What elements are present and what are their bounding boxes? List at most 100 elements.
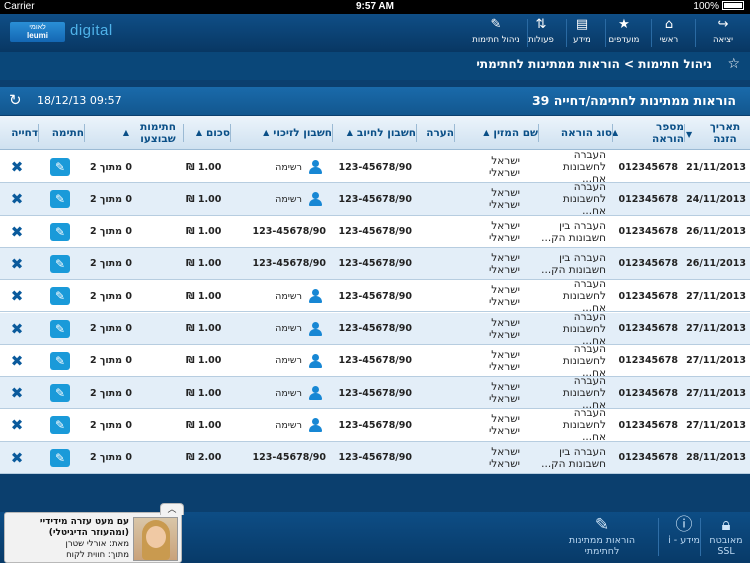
nav-exit-button[interactable]: ↪ יציאה: [700, 17, 746, 51]
sign-cell: ✎: [48, 280, 72, 312]
credit-account-cell[interactable]: רשימה: [236, 345, 326, 377]
amount-cell: 1.00 ₪: [186, 193, 222, 205]
credit-account-cell[interactable]: רשימה: [236, 151, 326, 183]
sign-cell: ✎: [48, 377, 72, 409]
pending-sign-button[interactable]: ✎ הוראות ממתינות לחתימתי: [560, 515, 644, 557]
table-row[interactable]: 24/11/2013 012345678 העברה לחשבונות אח... יש…: [0, 181, 750, 217]
debit-account-cell: 123-45678/90: [338, 226, 412, 238]
table-row[interactable]: 28/11/2013 012345678 העברה בין חשבונות הק..…: [0, 441, 750, 474]
advisor-card[interactable]: ︿ עם מעט עזרה מידידיי (ומהעוזר הדיגיטלי)…: [4, 503, 184, 563]
col-credit-account[interactable]: חשבון לזיכוי ▲: [230, 116, 332, 150]
col-note[interactable]: הערה: [416, 116, 454, 150]
instruction-type-cell: העברה לחשבונות אח...: [562, 375, 606, 412]
reject-x-icon[interactable]: ✖: [11, 287, 24, 305]
debit-account-cell: 123-45678/90: [338, 193, 412, 205]
reject-x-icon[interactable]: ✖: [11, 190, 24, 208]
chevron-up-icon[interactable]: ︿: [160, 503, 184, 515]
battery-icon: [722, 1, 744, 10]
nav-home-button[interactable]: ⌂ ראשי: [648, 17, 696, 51]
signatures-done-cell: 0 מתוך 2: [90, 193, 132, 205]
credit-account-cell: 123-45678/90: [252, 226, 326, 238]
table-row[interactable]: 27/11/2013 012345678 העברה לחשבונות אח... יש…: [0, 343, 750, 379]
info-button[interactable]: ⓘ i - מידע: [664, 515, 704, 546]
pending-count: 39 הוראות ממתינות לחתימה/דחייה: [531, 93, 736, 108]
reject-x-icon[interactable]: ✖: [11, 384, 24, 402]
nav-info-button[interactable]: ▤ מידע: [564, 17, 606, 51]
col-signatures-done[interactable]: חתימות שבוצעו ▲: [84, 116, 183, 150]
sign-button[interactable]: ✎: [50, 416, 70, 435]
signatures-done-cell: 0 מתוך 2: [90, 355, 132, 367]
sign-button[interactable]: ✎: [50, 222, 70, 241]
app-header: לאומי leumi digital ↪ יציאה ⌂ ראשי ★ מועד…: [0, 14, 750, 52]
col-entered-by[interactable]: שם המזין ▲: [454, 116, 538, 150]
reject-cell: ✖: [6, 216, 28, 248]
reject-cell: ✖: [6, 248, 28, 280]
nav-favorites-button[interactable]: ★ מועדפים: [602, 17, 652, 51]
sign-button[interactable]: ✎: [50, 351, 70, 370]
sign-cell: ✎: [48, 409, 72, 441]
debit-account-cell: 123-45678/90: [338, 355, 412, 367]
col-instruction-no[interactable]: מספר הוראה ▲: [612, 116, 684, 150]
col-sign: חתימה: [38, 116, 84, 150]
sign-button[interactable]: ✎: [50, 448, 70, 467]
instruction-no-cell: 012345678: [618, 258, 679, 270]
col-amount[interactable]: סכום ▲: [183, 116, 230, 150]
reject-x-icon[interactable]: ✖: [11, 223, 24, 241]
table-header: תאריך הזנה ▼ מספר הוראה ▲ סוג הוראה שם המז…: [0, 116, 750, 150]
instruction-type-cell: העברה בין חשבונות הק...: [541, 251, 606, 276]
reject-x-icon[interactable]: ✖: [11, 449, 24, 467]
col-debit-account[interactable]: חשבון לחיוב ▲: [332, 116, 416, 150]
nav-signatures-button[interactable]: ✎ ניהול חתימות: [470, 17, 528, 51]
date-cell: 28/11/2013: [686, 452, 746, 464]
reject-cell: ✖: [6, 313, 28, 345]
sign-button[interactable]: ✎: [50, 190, 70, 209]
list-users-icon: [308, 418, 326, 433]
credit-account-cell[interactable]: רשימה: [236, 313, 326, 345]
pen-icon: ✎: [54, 418, 66, 433]
sign-button[interactable]: ✎: [50, 254, 70, 273]
signatures-done-cell: 0 מתוך 2: [90, 226, 132, 238]
col-instruction-type[interactable]: סוג הוראה: [538, 116, 612, 150]
brand-title: digital: [70, 22, 113, 39]
sort-arrow-icon: ▲: [263, 128, 270, 137]
credit-account-cell[interactable]: רשימה: [236, 409, 326, 441]
date-cell: 26/11/2013: [686, 258, 746, 270]
sort-arrow-icon: ▲: [195, 128, 202, 137]
table-row[interactable]: 27/11/2013 012345678 העברה לחשבונות אח... יש…: [0, 375, 750, 412]
reject-cell: ✖: [6, 377, 28, 409]
table-row[interactable]: 27/11/2013 012345678 העברה לחשבונות אח... יש…: [0, 311, 750, 347]
pending-instructions-table: תאריך הזנה ▼ מספר הוראה ▲ סוג הוראה שם המז…: [0, 116, 750, 474]
credit-account-cell[interactable]: רשימה: [236, 377, 326, 409]
credit-account-cell[interactable]: רשימה: [236, 280, 326, 312]
debit-account-cell: 123-45678/90: [338, 161, 412, 173]
pen-icon: ✎: [54, 289, 66, 304]
credit-account-cell[interactable]: רשימה: [236, 183, 326, 215]
date-cell: 27/11/2013: [686, 323, 746, 334]
table-row[interactable]: 27/11/2013 012345678 העברה לחשבונות אח... יש…: [0, 407, 750, 443]
reject-cell: ✖: [6, 409, 28, 441]
sign-button[interactable]: ✎: [50, 319, 70, 338]
col-date[interactable]: תאריך הזנה ▼: [684, 116, 748, 150]
reject-x-icon[interactable]: ✖: [11, 255, 24, 273]
table-row[interactable]: 26/11/2013 012345678 העברה בין חשבונות הק..…: [0, 247, 750, 281]
favorite-star-icon[interactable]: ☆: [727, 56, 740, 72]
document-icon: ▤: [575, 17, 589, 32]
refresh-icon[interactable]: ↻: [9, 91, 22, 109]
sign-button[interactable]: ✎: [50, 158, 70, 176]
reject-x-icon[interactable]: ✖: [11, 320, 24, 338]
table-row[interactable]: 21/11/2013 012345678 העברה לחשבונות אח... יש…: [0, 149, 750, 185]
table-row[interactable]: 26/11/2013 012345678 העברה בין חשבונות הק..…: [0, 216, 750, 248]
sign-button[interactable]: ✎: [50, 384, 70, 403]
pen-icon: ✎: [490, 17, 502, 32]
table-row[interactable]: 27/11/2013 012345678 העברה לחשבונות אח... יש…: [0, 278, 750, 314]
advisor-subtitle: (ומהעוזר הדיגיטלי): [48, 528, 129, 538]
reject-x-icon[interactable]: ✖: [11, 416, 24, 434]
secure-ssl-button[interactable]: 🔒︎ מאובטח SSL: [706, 515, 746, 557]
date-cell: 27/11/2013: [686, 290, 746, 302]
entered-by-cell: ישראל ישראלי: [488, 381, 520, 406]
reject-x-icon[interactable]: ✖: [11, 158, 24, 176]
sort-arrow-icon: ▲: [346, 128, 353, 137]
sign-button[interactable]: ✎: [50, 287, 70, 306]
reject-x-icon[interactable]: ✖: [11, 352, 24, 370]
amount-cell: 1.00 ₪: [186, 419, 222, 431]
